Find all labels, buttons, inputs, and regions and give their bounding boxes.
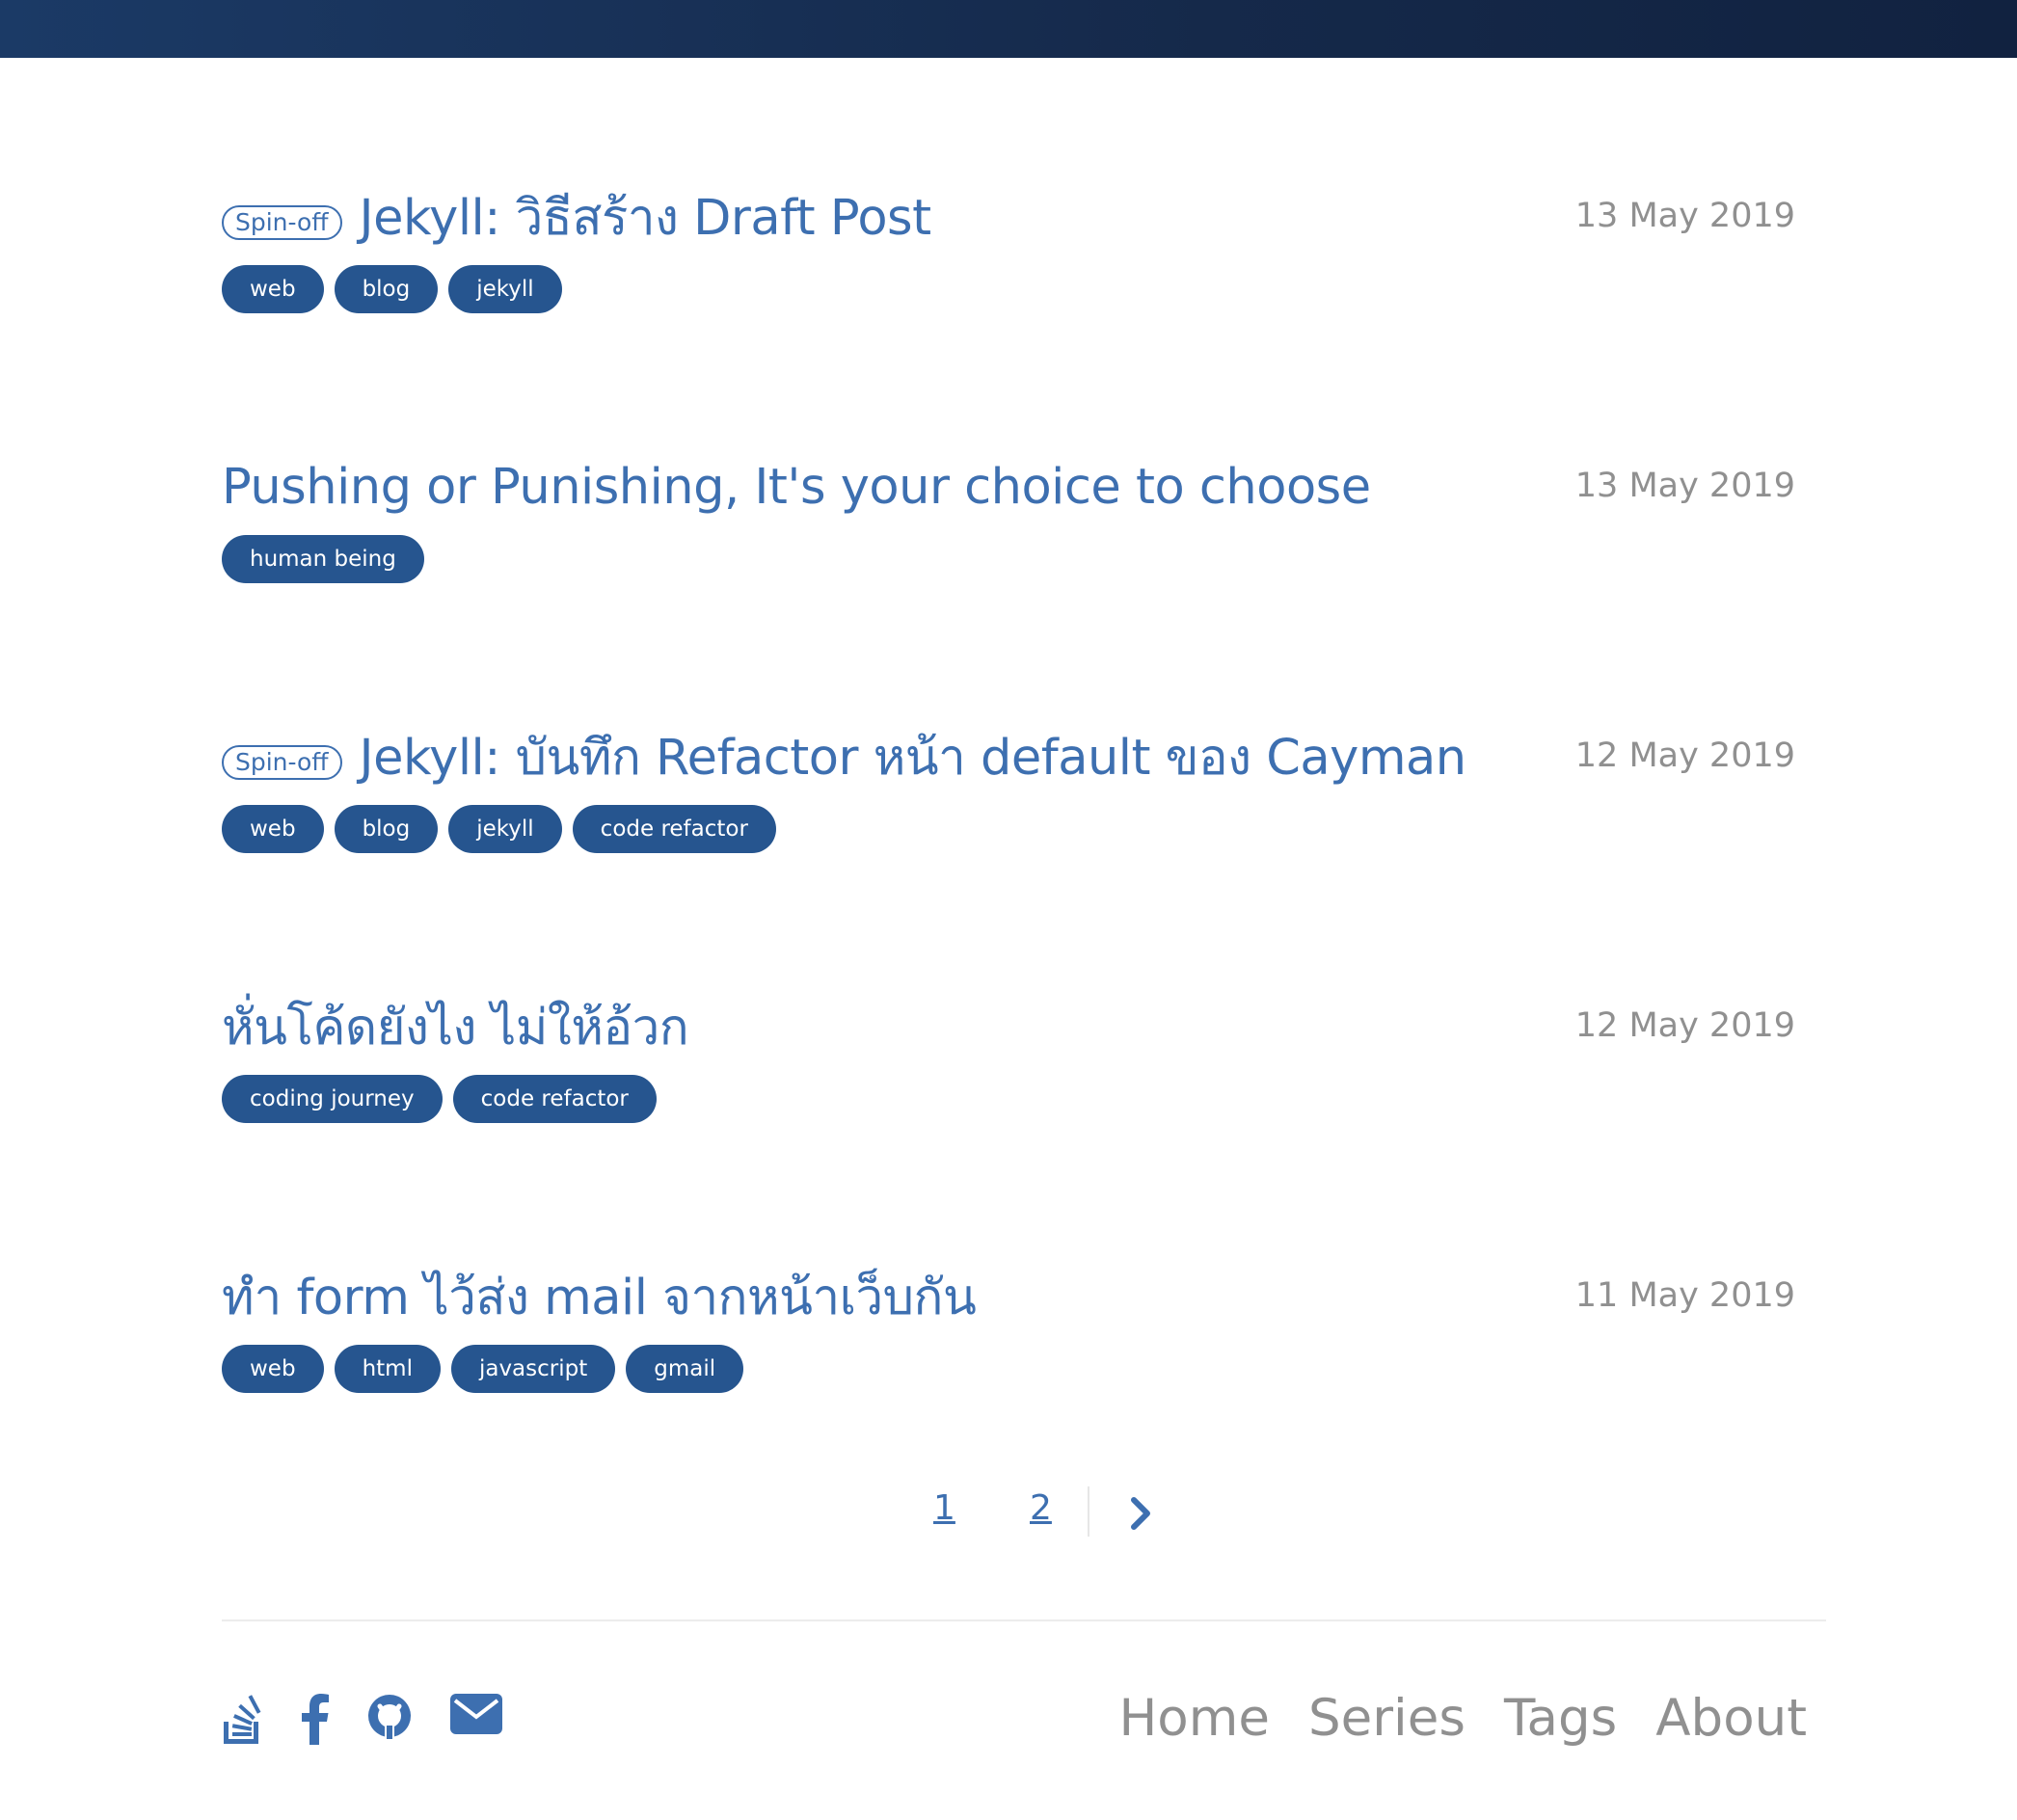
footer-nav-home[interactable]: Home xyxy=(1118,1689,1270,1748)
post-tags: web blog jekyll xyxy=(222,265,562,313)
post-date: 12 May 2019 xyxy=(1574,736,1795,775)
post-title-row: หั่นโค้ดยังไง ไม่ให้อ้วก xyxy=(222,993,689,1060)
post-date: 11 May 2019 xyxy=(1574,1276,1795,1315)
tag-jekyll[interactable]: jekyll xyxy=(448,265,562,313)
tag-jekyll[interactable]: jekyll xyxy=(448,805,562,853)
spin-off-badge: Spin-off xyxy=(222,205,342,240)
footer-nav-tags[interactable]: Tags xyxy=(1504,1689,1617,1748)
post-tags: human being xyxy=(222,535,424,583)
footer-divider xyxy=(222,1619,1826,1621)
page-2-link[interactable]: 2 xyxy=(1030,1488,1052,1528)
post-tags: web blog jekyll code refactor xyxy=(222,805,776,853)
pagination: 1 2 xyxy=(0,1485,2017,1542)
tag-web[interactable]: web xyxy=(222,805,324,853)
spin-off-badge: Spin-off xyxy=(222,745,342,780)
tag-blog[interactable]: blog xyxy=(334,805,439,853)
footer-nav-about[interactable]: About xyxy=(1655,1689,1807,1748)
post-title-row: Pushing or Punishing, It's your choice t… xyxy=(222,453,1371,521)
post-title-link[interactable]: หั่นโค้ดยังไง ไม่ให้อ้วก xyxy=(222,988,689,1066)
tag-web[interactable]: web xyxy=(222,1345,324,1393)
github-icon[interactable] xyxy=(366,1693,413,1743)
facebook-icon[interactable] xyxy=(301,1693,330,1749)
post-date: 13 May 2019 xyxy=(1574,467,1795,505)
tag-blog[interactable]: blog xyxy=(334,265,439,313)
post-title-link[interactable]: Pushing or Punishing, It's your choice t… xyxy=(222,459,1371,516)
footer-nav: Home Series Tags About xyxy=(1118,1689,1807,1748)
tag-web[interactable]: web xyxy=(222,265,324,313)
post-item: Spin-off Jekyll: วิธีสร้าง Draft Post 13… xyxy=(222,183,1795,337)
pagination-divider xyxy=(1088,1486,1089,1537)
footer-nav-series[interactable]: Series xyxy=(1308,1689,1466,1748)
post-date: 12 May 2019 xyxy=(1574,1006,1795,1045)
post-title-link[interactable]: ทำ form ไว้ส่ง mail จากหน้าเว็บกัน xyxy=(222,1258,977,1336)
post-title-link[interactable]: Jekyll: บันทึก Refactor หน้า default ของ… xyxy=(360,718,1467,796)
tag-gmail[interactable]: gmail xyxy=(626,1345,744,1393)
post-title-row: Spin-off Jekyll: บันทึก Refactor หน้า de… xyxy=(222,723,1466,790)
stackoverflow-icon[interactable] xyxy=(222,1693,264,1751)
post-title-row: Spin-off Jekyll: วิธีสร้าง Draft Post xyxy=(222,183,931,251)
tag-javascript[interactable]: javascript xyxy=(450,1345,616,1393)
tag-coding-journey[interactable]: coding journey xyxy=(222,1075,443,1123)
page-1-link[interactable]: 1 xyxy=(933,1488,955,1528)
tag-human-being[interactable]: human being xyxy=(222,535,424,583)
mail-icon[interactable] xyxy=(449,1693,503,1739)
post-date: 13 May 2019 xyxy=(1574,197,1795,235)
tag-code-refactor[interactable]: code refactor xyxy=(572,805,776,853)
tag-html[interactable]: html xyxy=(334,1345,441,1393)
post-title-link[interactable]: Jekyll: วิธีสร้าง Draft Post xyxy=(360,178,932,256)
post-tags: web html javascript gmail xyxy=(222,1345,744,1393)
post-item: Spin-off Jekyll: บันทึก Refactor หน้า de… xyxy=(222,723,1795,877)
tag-code-refactor[interactable]: code refactor xyxy=(452,1075,657,1123)
post-tags: coding journey code refactor xyxy=(222,1075,657,1123)
post-item: ทำ form ไว้ส่ง mail จากหน้าเว็บกัน 11 Ma… xyxy=(222,1263,1795,1417)
post-item: Pushing or Punishing, It's your choice t… xyxy=(222,453,1795,607)
chevron-right-icon[interactable] xyxy=(1126,1494,1155,1533)
post-title-row: ทำ form ไว้ส่ง mail จากหน้าเว็บกัน xyxy=(222,1263,977,1330)
post-item: หั่นโค้ดยังไง ไม่ให้อ้วก 12 May 2019 cod… xyxy=(222,993,1795,1147)
top-header-bar xyxy=(0,0,2017,58)
